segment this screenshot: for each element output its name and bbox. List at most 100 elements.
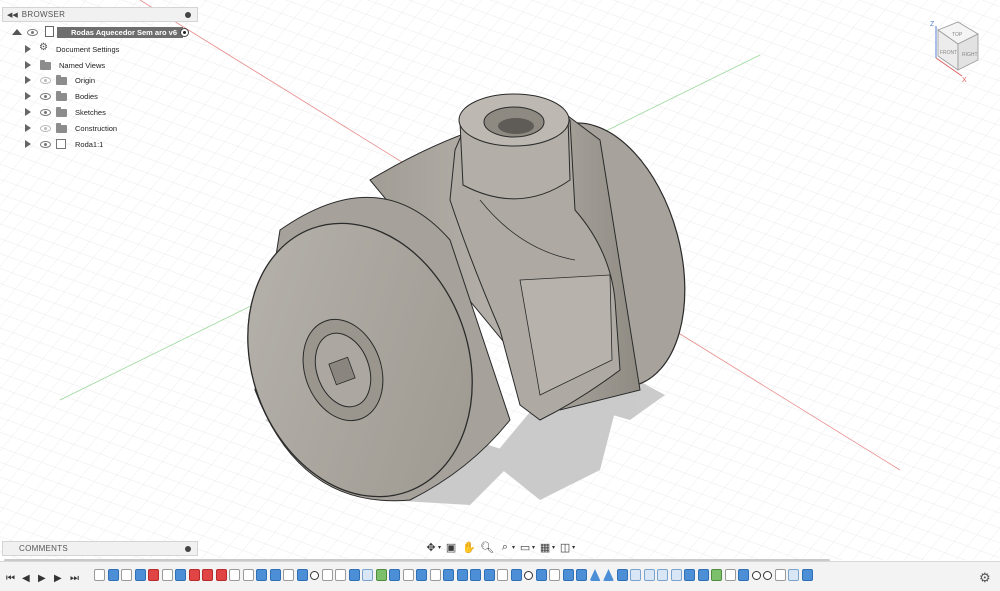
timeline-feature-red-icon[interactable]	[148, 569, 159, 581]
timeline-feature-ext-icon[interactable]	[269, 569, 281, 581]
timeline-feature-sketch-icon[interactable]	[429, 569, 441, 581]
timeline-feature-ext-icon[interactable]	[456, 569, 468, 581]
step-back-icon[interactable]: ◀	[22, 573, 30, 584]
gear-icon[interactable]: ⚙	[979, 570, 991, 586]
tree-item-sketches[interactable]: Sketches	[8, 104, 200, 120]
play-icon[interactable]: ▶	[38, 573, 46, 584]
comments-panel-header[interactable]: COMMENTS	[2, 541, 198, 556]
timeline-feature-ext-icon[interactable]	[801, 569, 813, 581]
timeline-feature-sketch-icon[interactable]	[549, 569, 560, 581]
display-settings-icon[interactable]: ▭	[517, 541, 533, 555]
step-forward-icon[interactable]: ▶	[54, 573, 62, 584]
timeline-feature-plane-icon[interactable]	[630, 569, 641, 581]
timeline-feature-ext-icon[interactable]	[483, 569, 495, 581]
orbit-icon[interactable]: ✥	[423, 541, 439, 555]
timeline-feature-red-icon[interactable]	[215, 569, 227, 581]
timeline-feature-sketch-icon[interactable]	[229, 569, 240, 581]
timeline-feature-plane-icon[interactable]	[643, 569, 655, 581]
timeline-feature-ext-icon[interactable]	[535, 569, 547, 581]
timeline-feature-ext-icon[interactable]	[107, 569, 119, 581]
panel-pin-icon[interactable]	[185, 11, 191, 18]
timeline-feature-ext-icon[interactable]	[470, 569, 481, 581]
root-component-label[interactable]: Rodas Aquecedor Sem aro v6	[57, 27, 183, 38]
viewports-icon[interactable]: ◫	[557, 541, 573, 555]
go-to-end-icon[interactable]: ⏭	[70, 573, 79, 584]
timeline-feature-joint-icon[interactable]	[763, 571, 772, 580]
timeline-feature-ext-icon[interactable]	[443, 569, 454, 581]
visibility-eye-icon[interactable]	[27, 29, 38, 36]
activate-radio-icon[interactable]	[180, 28, 189, 37]
timeline-feature-ext-icon[interactable]	[616, 569, 628, 581]
timeline-feature-sketch-icon[interactable]	[335, 569, 346, 581]
timeline-feature-ext-icon[interactable]	[697, 569, 709, 581]
visibility-eye-icon[interactable]	[40, 108, 51, 116]
tree-item-construction[interactable]: Construction	[8, 120, 200, 136]
tree-item-bodies[interactable]: Bodies	[8, 88, 200, 104]
add-comment-icon[interactable]	[185, 545, 191, 552]
timeline-feature-sketch-icon[interactable]	[283, 569, 294, 581]
timeline-feature-sketch-icon[interactable]	[161, 569, 173, 581]
timeline-feature-tri-icon[interactable]	[589, 569, 601, 581]
timeline-feature-joint-icon[interactable]	[751, 571, 761, 580]
timeline-feature-ext-icon[interactable]	[738, 569, 749, 581]
timeline-feature-ext-icon[interactable]	[562, 569, 574, 581]
timeline-feature-combo-icon[interactable]	[375, 569, 387, 581]
timeline-feature-ext-icon[interactable]	[256, 569, 267, 581]
timeline-feature-sketch-icon[interactable]	[724, 569, 736, 581]
timeline-feature-ext-icon[interactable]	[296, 569, 308, 581]
expand-toggle-icon[interactable]	[25, 76, 31, 85]
expand-toggle-icon[interactable]	[25, 107, 31, 116]
timeline-feature-ext-icon[interactable]	[134, 569, 146, 581]
expand-toggle-icon[interactable]	[25, 44, 31, 53]
timeline-feature-joint-icon[interactable]	[310, 571, 319, 580]
timeline-feature-tri-icon[interactable]	[603, 569, 614, 581]
timeline-feature-sketch-icon[interactable]	[94, 569, 105, 581]
zoom-icon[interactable]: 🔍︎	[479, 541, 495, 555]
timeline-feature-sketch-icon[interactable]	[402, 569, 414, 581]
timeline-feature-sketch-icon[interactable]	[121, 569, 132, 581]
timeline-bar: ⏮ ◀ ▶ ▶ ⏭ ⚙	[0, 561, 1000, 591]
timeline-feature-sketch-icon[interactable]	[242, 569, 254, 581]
tree-item-named-views[interactable]: Named Views	[8, 57, 200, 73]
visibility-eye-icon[interactable]	[40, 77, 51, 85]
go-to-start-icon[interactable]: ⏮	[6, 573, 15, 584]
expand-toggle-icon[interactable]	[25, 60, 31, 69]
timeline-feature-combo-icon[interactable]	[711, 569, 722, 581]
expand-toggle-icon[interactable]	[25, 92, 31, 101]
expand-toggle-icon[interactable]	[12, 29, 22, 35]
visibility-eye-icon[interactable]	[40, 93, 51, 101]
timeline-feature-sketch-icon[interactable]	[321, 569, 333, 581]
timeline-feature-joint-icon[interactable]	[524, 571, 533, 580]
timeline-feature-red-icon[interactable]	[188, 569, 200, 581]
expand-toggle-icon[interactable]	[25, 123, 31, 132]
expand-toggle-icon[interactable]	[25, 139, 31, 148]
folder-icon	[56, 122, 67, 133]
tree-item-origin[interactable]: Origin	[8, 72, 200, 88]
timeline-feature-plane-icon[interactable]	[657, 569, 668, 581]
collapse-panel-icon[interactable]: ◀◀	[7, 11, 18, 19]
timeline-feature-ext-icon[interactable]	[576, 569, 587, 581]
browser-panel-header[interactable]: ◀◀ BROWSER	[2, 7, 198, 22]
look-at-icon[interactable]: ▣	[443, 541, 459, 555]
tree-root[interactable]: Rodas Aquecedor Sem aro v6	[8, 25, 200, 41]
timeline-feature-plane-icon[interactable]	[362, 569, 373, 581]
timeline-feature-ext-icon[interactable]	[510, 569, 522, 581]
timeline-feature-ext-icon[interactable]	[389, 569, 400, 581]
timeline-feature-ext-icon[interactable]	[416, 569, 427, 581]
tree-item-label: Construction	[75, 123, 118, 133]
timeline-feature-sketch-icon[interactable]	[774, 569, 786, 581]
tree-item-roda[interactable]: Roda1:1	[8, 136, 200, 152]
tree-item-document-settings[interactable]: ⚙ Document Settings	[8, 41, 200, 57]
zoom-window-icon[interactable]: ⌕	[497, 541, 513, 555]
timeline-feature-red-icon[interactable]	[202, 569, 213, 581]
timeline-feature-ext-icon[interactable]	[175, 569, 186, 581]
grid-settings-icon[interactable]: ▦	[537, 541, 553, 555]
visibility-eye-icon[interactable]	[40, 140, 51, 148]
timeline-feature-ext-icon[interactable]	[348, 569, 360, 581]
timeline-feature-ext-icon[interactable]	[684, 569, 695, 581]
pan-icon[interactable]: ✋	[461, 541, 477, 555]
timeline-feature-plane-icon[interactable]	[670, 569, 682, 581]
timeline-feature-sketch-icon[interactable]	[497, 569, 508, 581]
timeline-feature-plane-icon[interactable]	[788, 569, 799, 581]
visibility-eye-icon[interactable]	[40, 124, 51, 132]
